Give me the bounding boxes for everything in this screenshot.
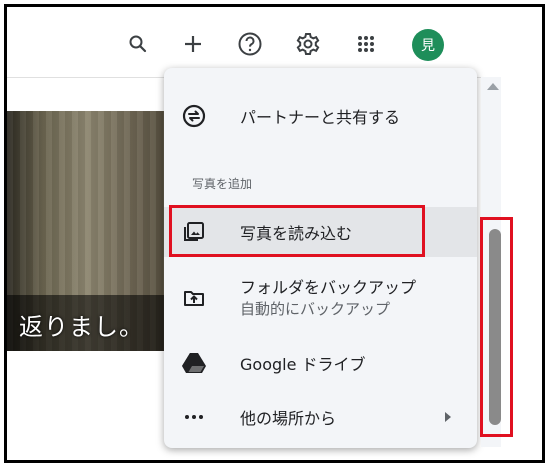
scroll-up-arrow-icon[interactable] <box>487 83 499 90</box>
folder-upload-icon <box>182 286 206 310</box>
add-icon[interactable] <box>178 29 208 59</box>
highlight-upload-box <box>169 205 425 257</box>
google-drive-item[interactable]: Google ドライブ <box>164 338 477 388</box>
help-icon[interactable] <box>235 29 265 59</box>
screenshot-frame: 見 返りまし。 パートナーと共有する 写真を追加 写真を読み込む フォルダをバッ… <box>4 4 545 463</box>
add-menu-dropdown: パートナーと共有する 写真を追加 写真を読み込む フォルダをバックアップ 自動的… <box>164 68 477 448</box>
avatar-initial: 見 <box>421 38 435 54</box>
folder-backup-sublabel: 自動的にバックアップ <box>240 300 391 318</box>
google-drive-label: Google ドライブ <box>240 355 366 374</box>
other-sources-item[interactable]: 他の場所から <box>164 392 477 442</box>
photo-caption: 返りまし。 <box>19 313 144 341</box>
other-sources-label: 他の場所から <box>240 409 337 428</box>
highlight-scrollbar-box <box>480 217 513 437</box>
share-label: パートナーと共有する <box>240 108 401 127</box>
partner-share-icon <box>182 104 206 128</box>
submenu-arrow-icon <box>445 412 451 422</box>
avatar[interactable]: 見 <box>412 29 444 61</box>
section-header-add-photos: 写真を追加 <box>192 177 253 191</box>
share-with-partner-item[interactable]: パートナーと共有する <box>164 88 477 144</box>
folder-backup-label: フォルダをバックアップ <box>240 278 417 297</box>
search-icon[interactable] <box>123 29 153 59</box>
drive-icon <box>182 351 206 375</box>
top-app-bar: 見 <box>7 7 501 77</box>
settings-icon[interactable] <box>293 29 323 59</box>
folder-backup-item[interactable]: フォルダをバックアップ 自動的にバックアップ <box>164 268 477 328</box>
more-horiz-icon <box>182 405 206 429</box>
apps-icon[interactable] <box>351 29 381 59</box>
